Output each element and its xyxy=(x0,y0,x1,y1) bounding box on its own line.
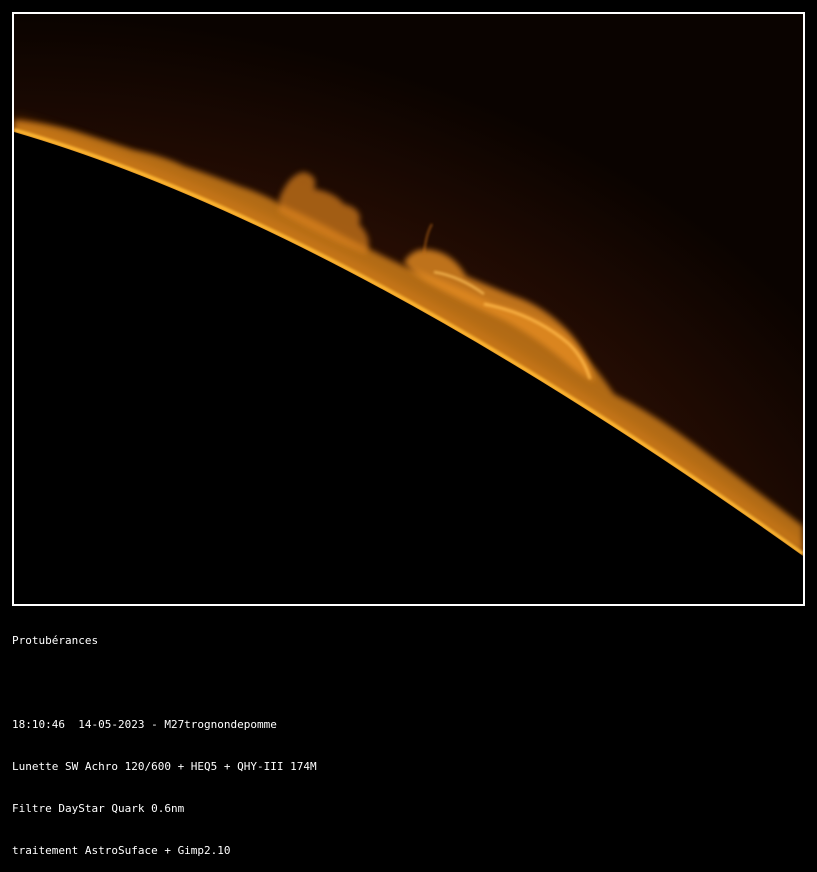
caption-processing: traitement AstroSuface + Gimp2.10 xyxy=(12,844,231,857)
image-caption: Protubérances 18:10:46 14-05-2023 - M27t… xyxy=(12,606,812,872)
caption-title: Protubérances xyxy=(12,634,99,647)
solar-image-frame xyxy=(12,12,805,606)
caption-filter: Filtre DayStar Quark 0.6nm xyxy=(12,802,185,815)
caption-timestamp-author: 18:10:46 14-05-2023 - M27trognondepomme xyxy=(12,718,277,731)
caption-equipment: Lunette SW Achro 120/600 + HEQ5 + QHY-II… xyxy=(12,760,317,773)
solar-limb-image xyxy=(14,14,803,604)
